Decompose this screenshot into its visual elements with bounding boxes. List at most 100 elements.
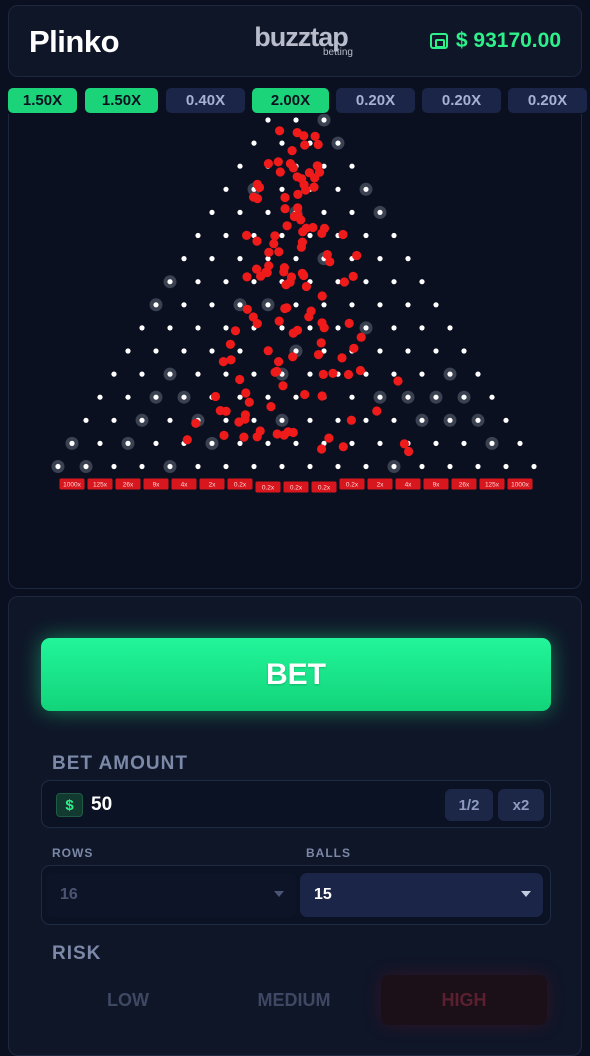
double-bet-button[interactable]: x2 bbox=[498, 789, 544, 821]
peg bbox=[111, 417, 117, 423]
rows-value: 16 bbox=[60, 886, 78, 903]
ball bbox=[235, 374, 245, 385]
multiplier-label: 0.2x bbox=[346, 482, 359, 489]
peg bbox=[349, 209, 355, 215]
peg bbox=[433, 348, 439, 354]
plinko-pyramid: 1000x 125x 26x 9x 4x 2x 0.2x 0.2x 0.2x 0.2x 0.2x 2x… bbox=[51, 114, 537, 493]
peg bbox=[349, 302, 355, 308]
peg bbox=[433, 394, 439, 400]
peg bbox=[125, 394, 131, 400]
peg bbox=[167, 325, 173, 331]
peg bbox=[279, 232, 285, 239]
peg bbox=[237, 394, 243, 400]
ball bbox=[226, 355, 236, 365]
peg bbox=[349, 394, 355, 400]
peg bbox=[195, 463, 201, 470]
history-chip: 0.20X bbox=[422, 88, 501, 113]
peg bbox=[293, 117, 299, 123]
ball bbox=[278, 381, 288, 391]
chevron-down-icon bbox=[521, 891, 531, 897]
peg bbox=[335, 140, 341, 146]
ball bbox=[313, 350, 324, 360]
ball bbox=[301, 281, 311, 292]
peg bbox=[279, 186, 285, 192]
peg bbox=[405, 302, 411, 308]
peg bbox=[97, 440, 103, 446]
half-bet-button[interactable]: 1/2 bbox=[445, 789, 493, 821]
ball bbox=[274, 316, 284, 326]
multiplier-label: 26x bbox=[123, 482, 134, 489]
peg bbox=[293, 256, 299, 262]
multiplier-label: 0.2x bbox=[234, 482, 247, 489]
peg bbox=[195, 371, 201, 377]
balls-select[interactable]: 15 bbox=[300, 873, 543, 917]
peg bbox=[419, 279, 425, 285]
peg bbox=[391, 463, 397, 470]
bet-button[interactable]: BET bbox=[41, 638, 551, 711]
ball bbox=[309, 182, 319, 192]
ball bbox=[317, 444, 327, 454]
peg bbox=[265, 209, 271, 215]
ball bbox=[296, 215, 306, 225]
ball bbox=[404, 446, 414, 457]
peg bbox=[307, 371, 313, 377]
peg bbox=[153, 440, 159, 446]
peg bbox=[125, 348, 131, 354]
ball bbox=[352, 250, 362, 261]
peg bbox=[223, 279, 229, 285]
peg bbox=[181, 256, 187, 262]
risk-medium-button[interactable]: MEDIUM bbox=[211, 975, 377, 1025]
peg bbox=[251, 417, 257, 423]
peg bbox=[237, 302, 243, 308]
ball bbox=[288, 163, 298, 173]
peg bbox=[503, 417, 509, 423]
multiplier-label: 0.2x bbox=[318, 485, 331, 492]
ball bbox=[275, 126, 285, 136]
multiplier-label: 0.2x bbox=[262, 485, 275, 492]
balls-value: 15 bbox=[314, 886, 332, 903]
peg bbox=[223, 371, 229, 377]
peg bbox=[223, 325, 229, 331]
ball bbox=[316, 338, 326, 348]
ball bbox=[252, 264, 262, 274]
ball bbox=[324, 433, 334, 443]
history-chip: 1.50X bbox=[85, 88, 158, 113]
peg bbox=[209, 256, 215, 262]
risk-low-button[interactable]: LOW bbox=[45, 975, 211, 1025]
ball bbox=[344, 318, 354, 328]
peg bbox=[503, 463, 509, 470]
bet-amount-label: BET AMOUNT bbox=[52, 753, 188, 774]
peg bbox=[475, 463, 481, 470]
peg bbox=[391, 232, 397, 239]
bet-amount-field[interactable]: $ 50 1/2 x2 bbox=[41, 780, 551, 828]
peg bbox=[349, 440, 355, 446]
peg bbox=[195, 279, 201, 285]
ball bbox=[338, 229, 348, 240]
ball bbox=[281, 280, 291, 290]
risk-high-button[interactable]: HIGH bbox=[381, 975, 547, 1025]
peg bbox=[139, 417, 145, 423]
ball bbox=[318, 369, 328, 379]
peg bbox=[237, 440, 243, 446]
ball bbox=[292, 325, 303, 335]
peg bbox=[433, 302, 439, 308]
ball bbox=[263, 346, 273, 356]
ball bbox=[317, 318, 327, 328]
peg bbox=[489, 440, 495, 446]
peg bbox=[335, 463, 341, 470]
ball bbox=[240, 414, 250, 424]
ball bbox=[264, 247, 274, 257]
rows-label: ROWS bbox=[52, 846, 94, 860]
peg bbox=[363, 186, 369, 192]
peg bbox=[377, 302, 383, 308]
bet-amount-input[interactable]: 50 bbox=[91, 794, 112, 816]
ball bbox=[252, 432, 262, 442]
peg bbox=[251, 279, 257, 285]
ball bbox=[315, 167, 325, 177]
peg bbox=[167, 463, 173, 470]
rows-select[interactable]: 16 bbox=[46, 873, 296, 917]
multiplier-label: 1000x bbox=[511, 482, 529, 489]
ball bbox=[266, 402, 276, 412]
risk-label: RISK bbox=[52, 943, 102, 964]
peg bbox=[363, 463, 369, 470]
